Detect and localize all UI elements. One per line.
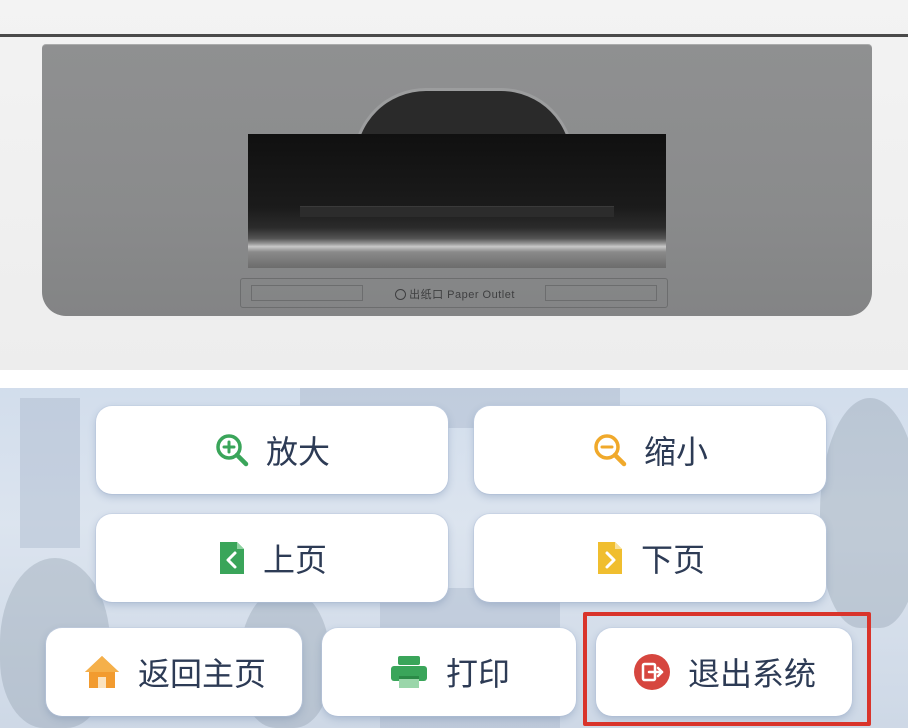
paper-outlet-label-bar: 出纸口 Paper Outlet: [240, 278, 668, 308]
background-building: [20, 398, 80, 548]
paper-outlet-slot: [248, 134, 666, 268]
prev-page-button[interactable]: 上页: [96, 514, 448, 602]
prev-page-label: 上页: [262, 541, 327, 579]
zoom-in-button[interactable]: 放大: [96, 406, 448, 494]
printer-edge: [0, 34, 908, 37]
zoom-out-label: 缩小: [643, 433, 708, 471]
next-page-button[interactable]: 下页: [474, 514, 826, 602]
paper-outlet-roller: [300, 206, 614, 217]
zoom-in-icon: [214, 432, 250, 468]
exit-system-button[interactable]: 退出系统: [596, 628, 852, 716]
printer-icon: [388, 653, 430, 691]
exit-system-label: 退出系统: [687, 655, 816, 693]
home-icon: [82, 653, 122, 691]
next-page-label: 下页: [640, 541, 705, 579]
paper-outlet-label: 出纸口 Paper Outlet: [373, 285, 537, 303]
next-page-icon: [595, 539, 625, 577]
zoom-out-icon: [592, 432, 628, 468]
paper-outlet-text: 出纸口 Paper Outlet: [409, 289, 515, 301]
prev-page-icon: [217, 539, 247, 577]
print-label: 打印: [445, 655, 510, 693]
print-button[interactable]: 打印: [322, 628, 576, 716]
label-frame-left: [251, 285, 363, 301]
divider-strip: [0, 370, 908, 388]
zoom-out-button[interactable]: 缩小: [474, 406, 826, 494]
outlet-printer-icon: [395, 288, 407, 300]
background-tree: [820, 398, 908, 628]
exit-icon: [632, 652, 672, 692]
home-button[interactable]: 返回主页: [46, 628, 302, 716]
home-label: 返回主页: [137, 655, 266, 693]
zoom-in-label: 放大: [265, 433, 330, 471]
label-frame-right: [545, 285, 657, 301]
printer-photo: 出纸口 Paper Outlet: [0, 0, 908, 370]
